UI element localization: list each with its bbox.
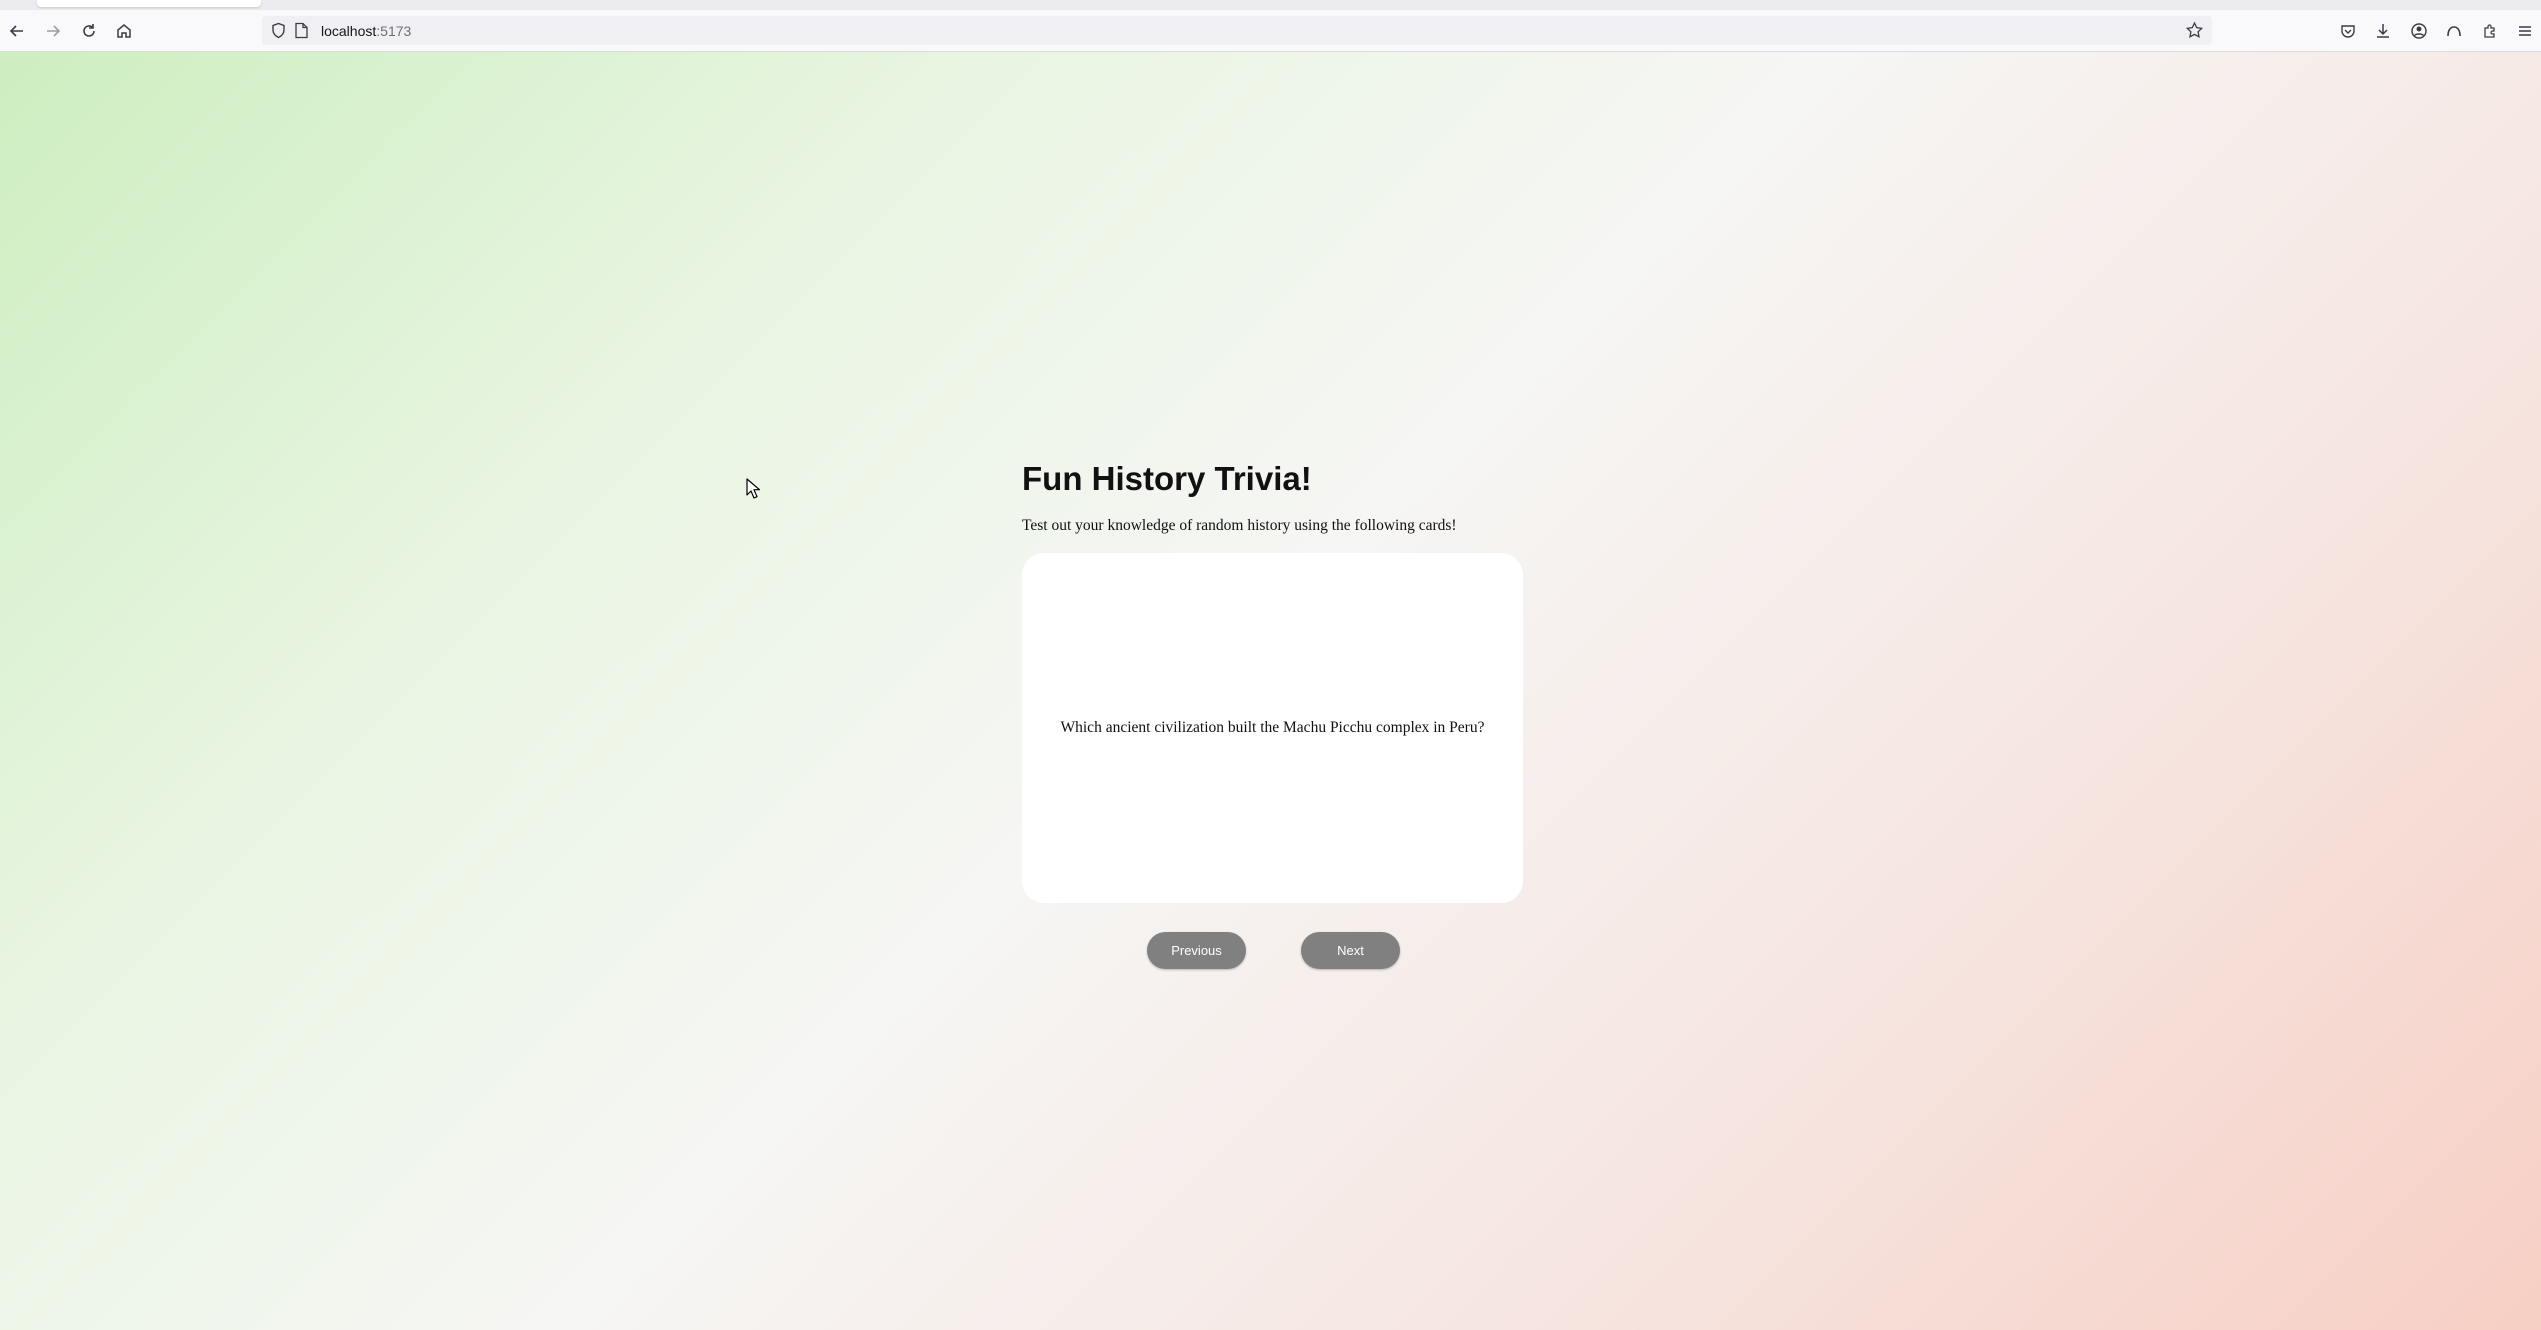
next-button[interactable]: Next	[1301, 932, 1400, 969]
forward-icon[interactable]	[40, 18, 66, 44]
previous-button[interactable]: Previous	[1147, 932, 1246, 969]
account-icon[interactable]	[2406, 18, 2432, 44]
bookmark-star-icon[interactable]	[2185, 21, 2204, 40]
url-host: localhost	[321, 23, 377, 39]
extensions-icon[interactable]	[2477, 18, 2503, 44]
home-icon[interactable]	[111, 18, 137, 44]
page-viewport: Fun History Trivia! Test out your knowle…	[0, 52, 2541, 1330]
page-subtitle: Test out your knowledge of random histor…	[1022, 517, 1457, 534]
url-port: :5173	[376, 23, 412, 39]
firefox-view-icon[interactable]	[2441, 18, 2467, 44]
url-text[interactable]: localhost:5173	[321, 23, 411, 39]
flashcard[interactable]: Which ancient civilization built the Mac…	[1022, 553, 1523, 903]
tab-strip	[0, 0, 2541, 10]
shield-icon[interactable]	[270, 22, 287, 39]
pocket-icon[interactable]	[2335, 18, 2361, 44]
card-question: Which ancient civilization built the Mac…	[1060, 719, 1485, 736]
mouse-cursor-icon	[746, 478, 760, 499]
page-title: Fun History Trivia!	[1022, 460, 1312, 497]
reload-icon[interactable]	[76, 18, 102, 44]
menu-icon[interactable]	[2512, 18, 2538, 44]
back-icon[interactable]	[4, 18, 30, 44]
address-bar[interactable]: localhost:5173	[262, 16, 2212, 45]
active-tab[interactable]	[37, 0, 261, 7]
downloads-icon[interactable]	[2370, 18, 2396, 44]
page-icon	[295, 22, 308, 39]
browser-toolbar: localhost:5173	[0, 10, 2541, 52]
